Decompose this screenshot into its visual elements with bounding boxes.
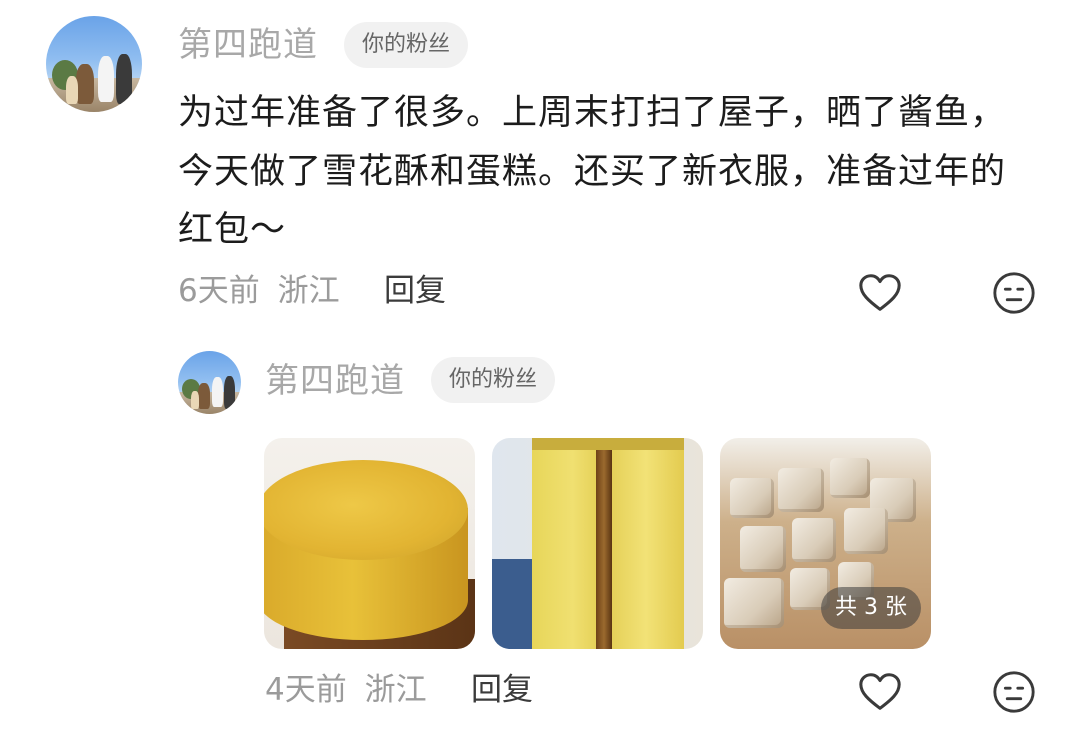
image-thumbnail[interactable]: 共 3 张 bbox=[720, 438, 931, 649]
comment-time: 6天前 bbox=[178, 273, 260, 309]
image-thumbnail[interactable] bbox=[264, 438, 475, 649]
username[interactable]: 第四跑道 bbox=[265, 364, 405, 398]
comment-meta: 6天前 浙江 bbox=[178, 276, 340, 307]
avatar[interactable] bbox=[46, 16, 142, 112]
comment-time: 4天前 bbox=[265, 672, 347, 708]
reaction-button[interactable] bbox=[991, 270, 1037, 316]
image-thumbnail[interactable] bbox=[492, 438, 703, 649]
comment-location: 浙江 bbox=[364, 672, 427, 708]
heart-icon bbox=[857, 669, 903, 715]
image-count-badge: 共 3 张 bbox=[821, 587, 921, 629]
reply-button[interactable]: 回复 bbox=[471, 675, 533, 706]
reaction-button[interactable] bbox=[991, 669, 1037, 715]
comment-meta: 4天前 浙江 bbox=[265, 675, 427, 706]
heart-icon bbox=[857, 270, 903, 316]
reply-button[interactable]: 回复 bbox=[384, 276, 446, 307]
fan-badge: 你的粉丝 bbox=[431, 357, 556, 403]
comment-location: 浙江 bbox=[277, 273, 340, 309]
like-button[interactable] bbox=[857, 270, 903, 316]
username[interactable]: 第四跑道 bbox=[178, 28, 318, 62]
emoji-face-icon bbox=[991, 669, 1037, 715]
avatar[interactable] bbox=[178, 351, 241, 414]
fan-badge: 你的粉丝 bbox=[344, 22, 469, 68]
like-button[interactable] bbox=[857, 669, 903, 715]
comment-text: 为过年准备了很多。上周末打扫了屋子，晒了酱鱼，今天做了雪花酥和蛋糕。还买了新衣服… bbox=[178, 93, 1007, 250]
emoji-face-icon bbox=[991, 270, 1037, 316]
